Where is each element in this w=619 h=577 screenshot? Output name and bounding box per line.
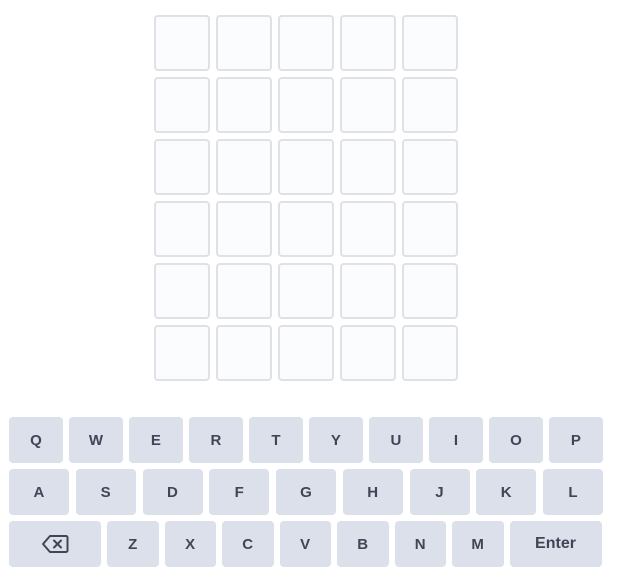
key-label: R: [210, 431, 222, 449]
tile: [402, 263, 458, 319]
key-label: V: [300, 535, 311, 553]
key-label: N: [414, 535, 426, 553]
key-label: H: [367, 483, 379, 501]
key-w[interactable]: W: [69, 417, 123, 463]
key-p[interactable]: P: [549, 417, 603, 463]
key-label: Z: [128, 535, 138, 553]
tile: [216, 325, 272, 381]
keyboard-row-2: A S D F G H J K L: [9, 469, 603, 515]
key-label: F: [234, 483, 244, 501]
key-label: S: [100, 483, 111, 501]
tile: [278, 263, 334, 319]
key-b[interactable]: B: [337, 521, 389, 567]
key-label: C: [242, 535, 254, 553]
tile: [154, 139, 210, 195]
key-n[interactable]: N: [394, 521, 446, 567]
key-j[interactable]: J: [409, 469, 470, 515]
key-label: Q: [30, 431, 42, 449]
tile: [402, 325, 458, 381]
tile: [340, 15, 396, 71]
tile: [216, 77, 272, 133]
tile: [154, 325, 210, 381]
key-m[interactable]: M: [452, 521, 504, 567]
key-label: P: [570, 431, 582, 449]
tile: [340, 263, 396, 319]
key-label: W: [88, 431, 104, 449]
tile: [278, 201, 334, 257]
key-label: J: [435, 483, 444, 501]
tile: [216, 139, 272, 195]
key-r[interactable]: R: [189, 417, 243, 463]
key-h[interactable]: H: [342, 469, 403, 515]
key-label: A: [33, 483, 45, 501]
wordle-game: Q W E R T Y U I O P A S D F G H J K L Z …: [0, 0, 619, 577]
key-c[interactable]: C: [222, 521, 274, 567]
tile: [278, 77, 334, 133]
key-label: D: [166, 483, 179, 501]
key-e[interactable]: E: [129, 417, 183, 463]
enter-key[interactable]: Enter: [509, 521, 602, 567]
key-label: B: [357, 535, 369, 553]
tile: [216, 15, 272, 71]
key-k[interactable]: K: [476, 469, 537, 515]
key-a[interactable]: A: [9, 469, 69, 515]
key-label: U: [390, 431, 402, 449]
key-label: Y: [330, 431, 342, 449]
key-label: M: [471, 535, 485, 553]
enter-label: Enter: [535, 535, 576, 552]
key-label: O: [510, 431, 522, 449]
tile: [402, 201, 458, 257]
tile: [278, 15, 334, 71]
on-screen-keyboard: Q W E R T Y U I O P A S D F G H J K L Z …: [9, 417, 603, 573]
key-x[interactable]: X: [164, 521, 216, 567]
key-t[interactable]: T: [249, 417, 303, 463]
key-z[interactable]: Z: [107, 521, 159, 567]
key-d[interactable]: D: [142, 469, 203, 515]
tile: [278, 325, 334, 381]
game-board: [154, 15, 458, 381]
key-u[interactable]: U: [369, 417, 423, 463]
key-q[interactable]: Q: [9, 417, 63, 463]
key-label: G: [300, 483, 312, 501]
key-label: X: [185, 535, 196, 553]
tile: [216, 201, 272, 257]
key-f[interactable]: F: [209, 469, 270, 515]
backspace-icon: [42, 535, 69, 553]
key-s[interactable]: S: [75, 469, 136, 515]
backspace-key[interactable]: [9, 521, 101, 567]
key-o[interactable]: O: [489, 417, 543, 463]
keyboard-row-3: Z X C V B N M Enter: [9, 521, 603, 567]
key-y[interactable]: Y: [309, 417, 363, 463]
tile: [154, 201, 210, 257]
key-label: L: [568, 483, 578, 501]
tile: [278, 139, 334, 195]
tile: [154, 15, 210, 71]
key-label: E: [150, 431, 162, 449]
key-i[interactable]: I: [429, 417, 483, 463]
key-v[interactable]: V: [279, 521, 331, 567]
tile: [154, 263, 210, 319]
key-label: T: [271, 431, 281, 449]
key-l[interactable]: L: [543, 469, 603, 515]
key-g[interactable]: G: [276, 469, 336, 515]
tile: [340, 201, 396, 257]
tile: [402, 139, 458, 195]
key-label: K: [500, 483, 512, 501]
tile: [340, 77, 396, 133]
tile: [216, 263, 272, 319]
keyboard-row-1: Q W E R T Y U I O P: [9, 417, 603, 463]
key-label: I: [453, 431, 459, 449]
tile: [154, 77, 210, 133]
tile: [402, 77, 458, 133]
tile: [340, 325, 396, 381]
tile: [402, 15, 458, 71]
tile: [340, 139, 396, 195]
